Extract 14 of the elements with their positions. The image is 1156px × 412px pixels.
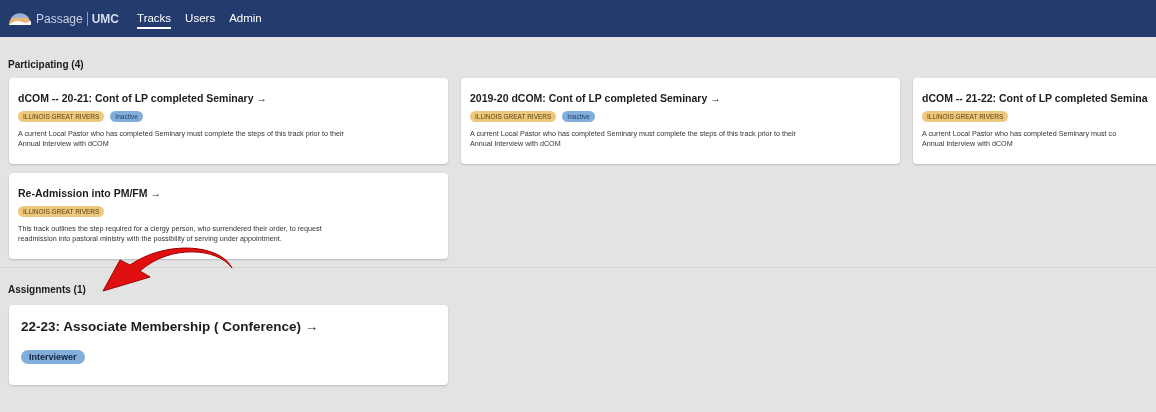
nav-tab[interactable]: Admin xyxy=(229,8,262,29)
card-title[interactable]: 22-23: Associate Membership ( Conference) → xyxy=(21,318,436,334)
section-heading: Assignments (1) xyxy=(8,283,87,295)
nav-tab[interactable]: Tracks xyxy=(137,8,172,29)
card-title[interactable]: 2019-20 dCOM: Cont of LP completed Seminary → xyxy=(470,92,891,104)
section-heading: Participating (4) xyxy=(8,59,85,70)
card-title[interactable]: Re-Admission into PM/FM → xyxy=(18,186,439,199)
card-title[interactable]: dCOM -- 21-22: Cont of LP completed Semina xyxy=(922,92,1156,104)
card-title[interactable]: dCOM -- 20-21: Cont of LP completed Seminary → xyxy=(18,92,439,104)
nav-tab[interactable]: Users xyxy=(185,8,216,29)
role-tag: Interviewer xyxy=(21,349,85,364)
brand-suffix: UMC xyxy=(91,11,120,26)
logo-icon xyxy=(8,10,32,27)
brand-name: Passage xyxy=(36,11,83,26)
